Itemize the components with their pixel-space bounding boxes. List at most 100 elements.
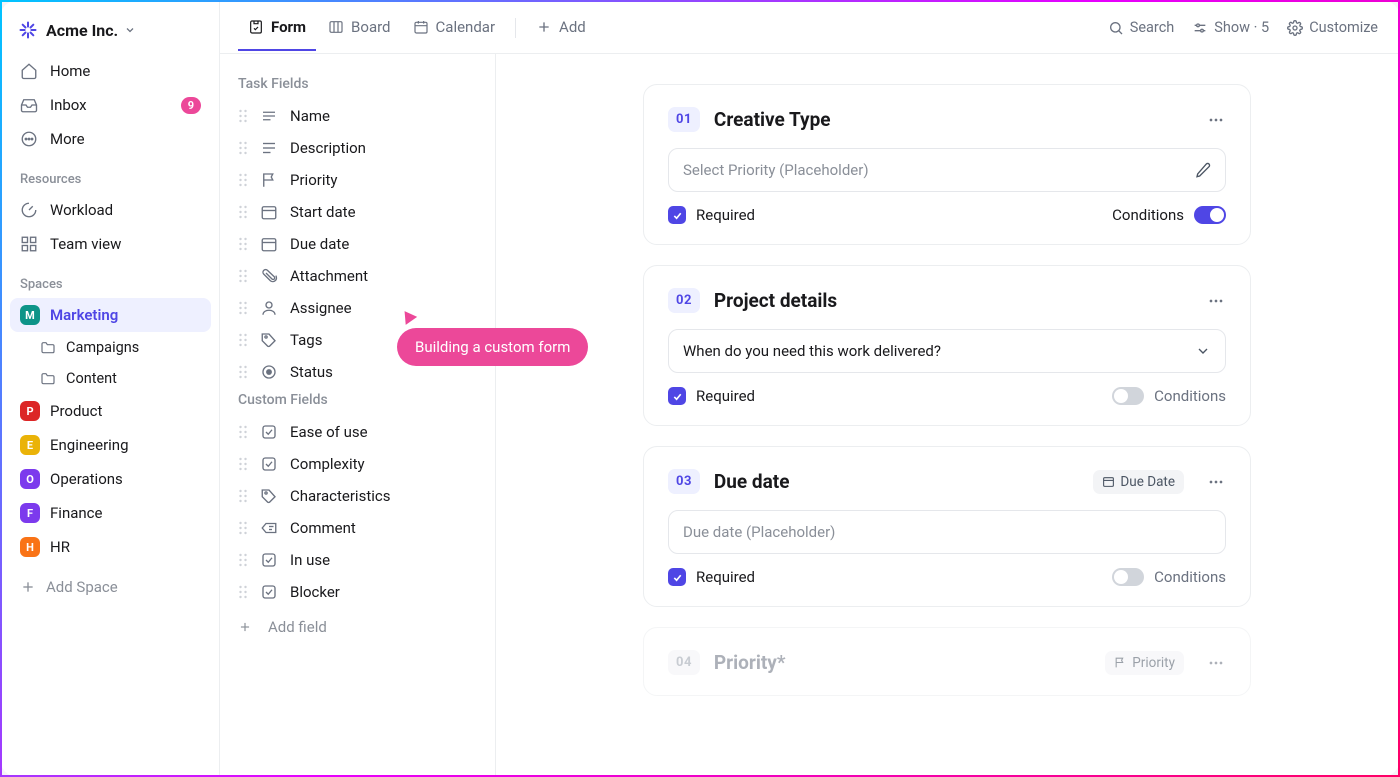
- question-card-1[interactable]: 01 Creative Type Select Priority (Placeh…: [643, 84, 1251, 245]
- tab-board[interactable]: Board: [318, 4, 400, 51]
- field-row[interactable]: Attachment: [230, 260, 485, 292]
- field-type-icon: [260, 455, 278, 473]
- toggle-icon: [1112, 568, 1144, 586]
- folder-label: Content: [66, 370, 117, 387]
- space-label: Product: [50, 402, 102, 420]
- nav-workload-label: Workload: [50, 201, 113, 219]
- space-finance[interactable]: F Finance: [10, 496, 211, 530]
- more-horizontal-icon[interactable]: [1206, 110, 1226, 130]
- grip-icon: [238, 364, 248, 380]
- field-row[interactable]: Start date: [230, 196, 485, 228]
- field-row[interactable]: Status: [230, 356, 485, 388]
- field-row[interactable]: Tags: [230, 324, 485, 356]
- workspace-switcher[interactable]: Acme Inc.: [10, 14, 211, 54]
- fields-panel: Task Fields Name Description Priority St…: [220, 54, 496, 775]
- gear-icon: [1287, 20, 1303, 36]
- field-row[interactable]: Ease of use: [230, 416, 485, 448]
- sliders-icon: [1192, 20, 1208, 36]
- workspace-name: Acme Inc.: [46, 21, 118, 40]
- conditions-toggle[interactable]: Conditions: [1112, 206, 1226, 224]
- nav-home[interactable]: Home: [10, 54, 211, 88]
- content: Task Fields Name Description Priority St…: [220, 54, 1398, 775]
- space-operations[interactable]: O Operations: [10, 462, 211, 496]
- tab-calendar[interactable]: Calendar: [403, 4, 506, 51]
- question-card-3[interactable]: 03 Due date Due Date Due date (Placehold…: [643, 446, 1251, 607]
- space-hr[interactable]: H HR: [10, 530, 211, 564]
- required-checkbox[interactable]: Required: [668, 387, 755, 405]
- field-row[interactable]: Description: [230, 132, 485, 164]
- nav-inbox-label: Inbox: [50, 96, 87, 114]
- calendar-icon: [413, 19, 429, 35]
- edit-icon[interactable]: [1195, 162, 1211, 178]
- conditions-toggle[interactable]: Conditions: [1112, 568, 1226, 586]
- grip-icon: [238, 172, 248, 188]
- required-label: Required: [696, 568, 755, 586]
- conditions-toggle[interactable]: Conditions: [1112, 387, 1226, 405]
- nav-teamview[interactable]: Team view: [10, 227, 211, 261]
- field-row[interactable]: In use: [230, 544, 485, 576]
- question-select[interactable]: When do you need this work delivered?: [668, 329, 1226, 373]
- field-row[interactable]: Blocker: [230, 576, 485, 608]
- nav-teamview-label: Team view: [50, 235, 121, 253]
- folder-content[interactable]: Content: [10, 363, 211, 394]
- grip-icon: [238, 204, 248, 220]
- question-title: Creative Type: [714, 108, 1192, 131]
- grip-icon: [238, 424, 248, 440]
- inbox-icon: [20, 96, 38, 114]
- add-space-button[interactable]: Add Space: [10, 568, 211, 606]
- space-engineering[interactable]: E Engineering: [10, 428, 211, 462]
- more-horizontal-icon[interactable]: [1206, 653, 1226, 673]
- nav-inbox[interactable]: Inbox 9: [10, 88, 211, 122]
- grip-icon: [238, 300, 248, 316]
- toggle-icon: [1112, 387, 1144, 405]
- question-card-4[interactable]: 04 Priority* Priority: [643, 627, 1251, 696]
- field-row[interactable]: Due date: [230, 228, 485, 260]
- field-row[interactable]: Priority: [230, 164, 485, 196]
- folder-campaigns[interactable]: Campaigns: [10, 332, 211, 363]
- grip-icon: [238, 520, 248, 536]
- nav-home-label: Home: [50, 62, 90, 80]
- question-input[interactable]: Due date (Placeholder): [668, 510, 1226, 554]
- app-frame: Acme Inc. Home Inbox 9 More Resources Wo…: [0, 0, 1400, 777]
- space-label: HR: [50, 538, 70, 556]
- field-type-icon: [260, 519, 278, 537]
- search-button[interactable]: Search: [1108, 19, 1175, 36]
- nav-more[interactable]: More: [10, 122, 211, 156]
- tab-form[interactable]: Form: [238, 4, 316, 51]
- field-row[interactable]: Comment: [230, 512, 485, 544]
- more-horizontal-icon[interactable]: [1206, 291, 1226, 311]
- question-number: 01: [668, 107, 700, 132]
- input-placeholder: Select Priority (Placeholder): [683, 161, 869, 179]
- space-marketing[interactable]: M Marketing: [10, 298, 211, 332]
- field-row[interactable]: Characteristics: [230, 480, 485, 512]
- plus-icon: [238, 620, 252, 634]
- customize-label: Customize: [1309, 19, 1378, 36]
- nav-workload[interactable]: Workload: [10, 193, 211, 227]
- field-row[interactable]: Assignee: [230, 292, 485, 324]
- grip-icon: [238, 488, 248, 504]
- field-row[interactable]: Name: [230, 100, 485, 132]
- form-icon: [248, 19, 264, 35]
- field-label: Description: [290, 139, 366, 157]
- question-card-2[interactable]: 02 Project details When do you need this…: [643, 265, 1251, 426]
- field-type-icon: [260, 171, 278, 189]
- more-horizontal-icon[interactable]: [1206, 472, 1226, 492]
- plus-icon: [20, 579, 36, 595]
- field-label: In use: [290, 551, 330, 569]
- pill-label: Due Date: [1120, 474, 1175, 490]
- home-icon: [20, 62, 38, 80]
- add-field-button[interactable]: Add field: [230, 608, 485, 646]
- custom-fields-heading: Custom Fields: [230, 388, 485, 416]
- required-checkbox[interactable]: Required: [668, 206, 755, 224]
- question-input[interactable]: Select Priority (Placeholder): [668, 148, 1226, 192]
- customize-button[interactable]: Customize: [1287, 19, 1378, 36]
- space-badge: P: [20, 401, 40, 421]
- tab-add-view[interactable]: Add: [526, 4, 596, 51]
- spaces-heading: Spaces: [10, 261, 211, 298]
- field-label: Characteristics: [290, 487, 390, 505]
- field-row[interactable]: Complexity: [230, 448, 485, 480]
- space-product[interactable]: P Product: [10, 394, 211, 428]
- required-checkbox[interactable]: Required: [668, 568, 755, 586]
- show-button[interactable]: Show · 5: [1192, 19, 1269, 36]
- field-label: Ease of use: [290, 423, 368, 441]
